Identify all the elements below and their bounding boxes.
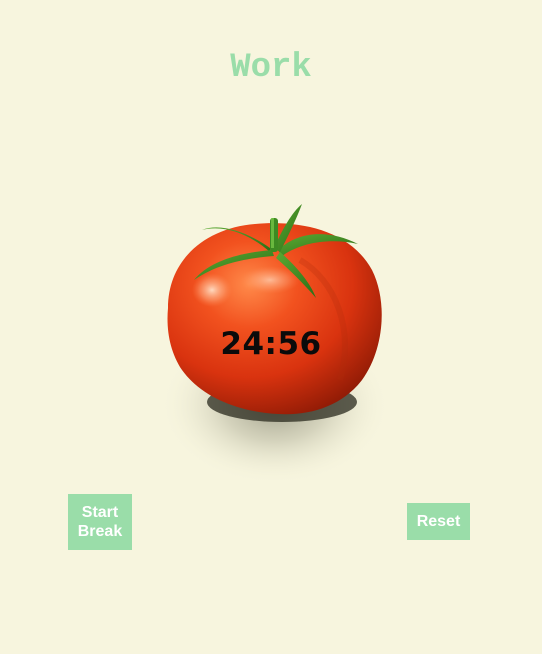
reset-button[interactable]: Reset [407,503,470,540]
mode-title: Work [230,49,312,87]
timer-display: 24:56 [220,326,322,362]
start-break-label: Start Break [77,504,123,540]
start-break-button[interactable]: Start Break [68,494,132,550]
